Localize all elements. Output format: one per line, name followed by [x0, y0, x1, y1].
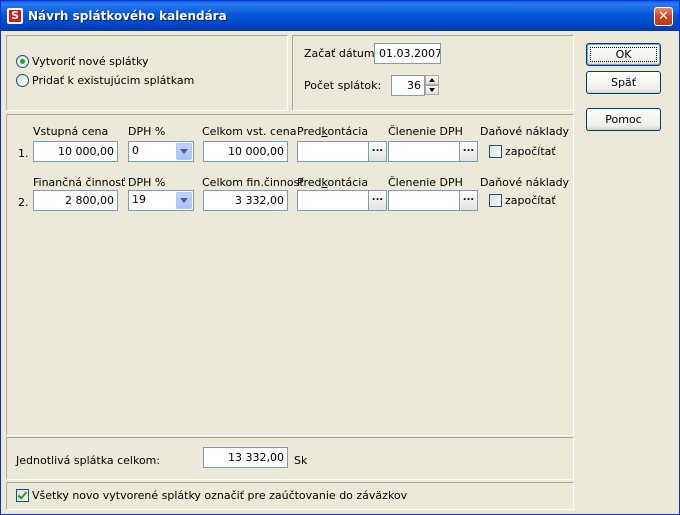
row1-tax-checkbox-label[interactable]: započítať: [505, 145, 556, 158]
row2-clenenie-browse-button[interactable]: ...: [459, 190, 478, 211]
mark-for-posting-checkbox[interactable]: [16, 489, 29, 502]
row1-total-field[interactable]: 10 000,00: [203, 141, 288, 162]
mode-panel: Vytvoriť nové splátky Pridať k existujúc…: [6, 35, 288, 111]
row2-number: 2.: [18, 196, 29, 209]
radio-append-existing[interactable]: [16, 74, 29, 87]
dialog-window: S Návrh splátkového kalendára ✕ Vytvoriť…: [0, 0, 680, 515]
row1-vat-select[interactable]: 0: [128, 141, 194, 162]
row2-tax-checkbox-label[interactable]: započítať: [505, 194, 556, 207]
title-bar[interactable]: S Návrh splátkového kalendára ✕: [1, 1, 679, 31]
window-title: Návrh splátkového kalendára: [28, 9, 227, 23]
row1-clenenie-label: Členenie DPH: [388, 125, 463, 138]
chevron-down-icon[interactable]: [176, 192, 192, 209]
ellipsis-icon: ...: [462, 143, 475, 154]
row1-tax-label: Daňové náklady: [480, 125, 570, 138]
close-icon: ✕: [658, 9, 669, 24]
row1-number: 1.: [18, 147, 29, 160]
count-stepper[interactable]: [425, 75, 439, 96]
mark-for-posting-label[interactable]: Všetky novo vytvorené splátky označiť pr…: [32, 489, 407, 502]
stepper-down-button[interactable]: [425, 85, 439, 95]
radio-append-existing-label[interactable]: Pridať k existujúcim splátkam: [32, 74, 194, 87]
help-button[interactable]: Pomoc: [586, 108, 661, 131]
row1-predkontacia-label: Predkontácia: [297, 125, 369, 138]
row2-tax-checkbox[interactable]: [489, 194, 502, 207]
row2-base-field[interactable]: 2 800,00: [33, 190, 118, 211]
row2-clenenie-label: Členenie DPH: [388, 176, 463, 189]
summary-currency: Sk: [294, 454, 308, 467]
radio-create-new-label[interactable]: Vytvoriť nové splátky: [32, 55, 148, 68]
row2-total-label: Celkom fin.činnosť: [202, 176, 304, 189]
start-date-field[interactable]: 01.03.2007: [374, 43, 441, 64]
stepper-up-button[interactable]: [425, 75, 439, 85]
row1-base-field[interactable]: 10 000,00: [33, 141, 118, 162]
close-button[interactable]: ✕: [654, 7, 673, 26]
row2-clenenie-field[interactable]: [388, 190, 460, 211]
ellipsis-icon: ...: [462, 192, 475, 203]
footer-panel: Všetky novo vytvorené splátky označiť pr…: [6, 482, 574, 510]
ellipsis-icon: ...: [371, 192, 384, 203]
row2-predkontacia-field[interactable]: [297, 190, 369, 211]
count-field[interactable]: 36: [391, 75, 425, 96]
items-panel: Vstupná cena DPH % Celkom vst. cena Pred…: [6, 114, 574, 436]
row2-vat-label: DPH %: [128, 176, 166, 189]
schedule-panel: Začať dátumom 01.03.2007 Počet splátok: …: [292, 35, 574, 111]
row1-predkontacia-field[interactable]: [297, 141, 369, 162]
summary-label: Jednotlivá splátka celkom:: [16, 454, 161, 467]
app-icon[interactable]: S: [7, 8, 23, 24]
row1-vat-value: 0: [132, 144, 139, 157]
row1-clenenie-browse-button[interactable]: ...: [459, 141, 478, 162]
count-label: Počet splátok:: [304, 79, 382, 92]
help-button-label: Pomoc: [605, 113, 642, 126]
radio-create-new[interactable]: [16, 55, 29, 68]
row1-base-label: Vstupná cena: [33, 125, 109, 138]
row2-vat-select[interactable]: 19: [128, 190, 194, 211]
chevron-up-icon: [429, 78, 435, 82]
row2-base-label: Finančná činnosť: [33, 176, 126, 189]
row1-vat-label: DPH %: [128, 125, 166, 138]
row1-clenenie-field[interactable]: [388, 141, 460, 162]
row2-tax-label: Daňové náklady: [480, 176, 570, 189]
row2-predkontacia-browse-button[interactable]: ...: [368, 190, 387, 211]
row2-vat-value: 19: [132, 193, 146, 206]
row2-total-field[interactable]: 3 332,00: [203, 190, 288, 211]
back-button-label: Späť: [610, 76, 637, 89]
ok-button[interactable]: OK: [586, 43, 661, 66]
ellipsis-icon: ...: [371, 143, 384, 154]
back-button[interactable]: Späť: [586, 71, 661, 94]
row2-predkontacia-label: Predkontácia: [297, 176, 369, 189]
row1-predkontacia-browse-button[interactable]: ...: [368, 141, 387, 162]
row1-tax-checkbox[interactable]: [489, 145, 502, 158]
chevron-down-icon: [429, 88, 435, 92]
chevron-down-icon[interactable]: [176, 143, 192, 160]
row1-total-label: Celkom vst. cena: [202, 125, 297, 138]
summary-field: 13 332,00: [203, 447, 288, 468]
summary-panel: Jednotlivá splátka celkom: 13 332,00 Sk: [6, 437, 574, 480]
